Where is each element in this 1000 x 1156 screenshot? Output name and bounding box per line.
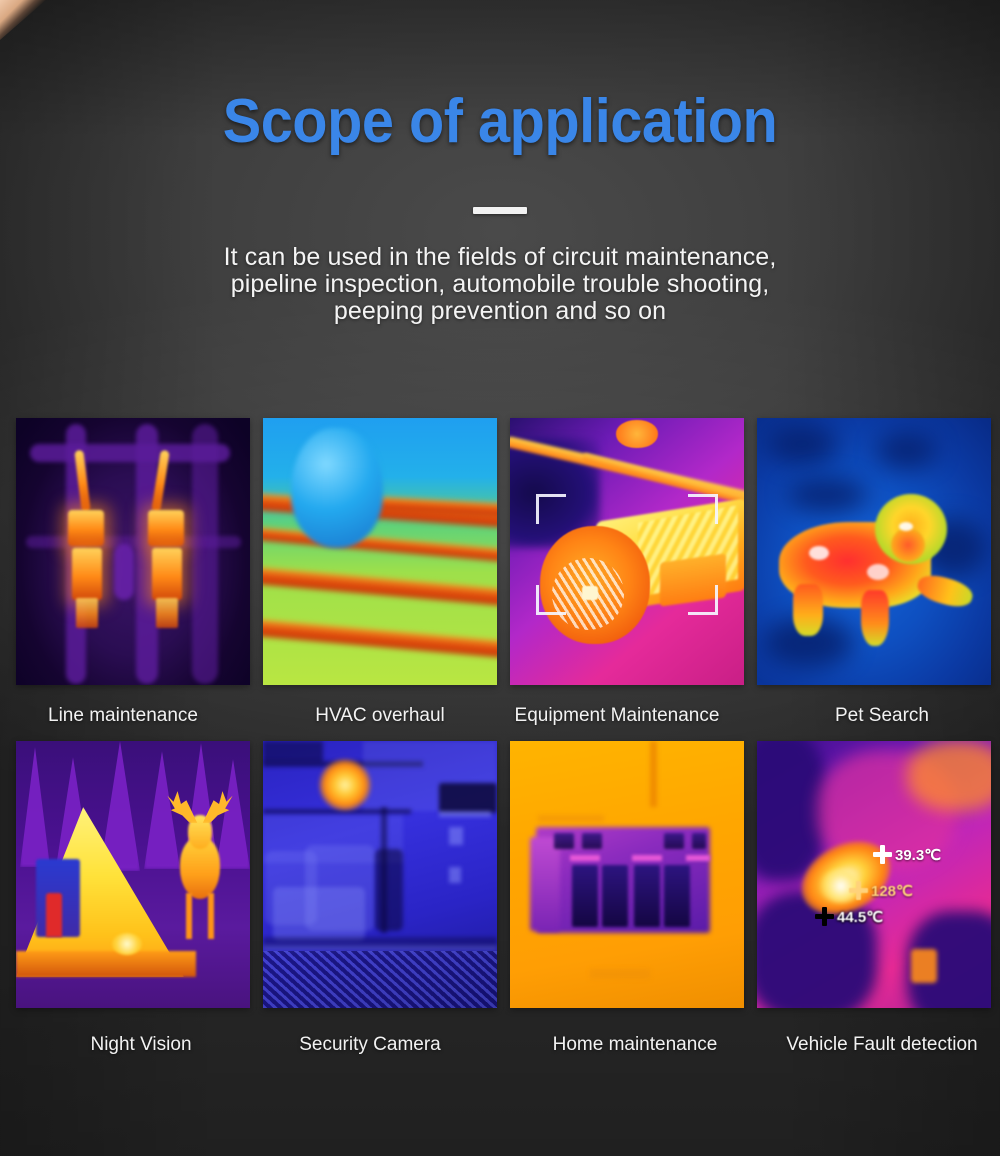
temperature-marker: 44.5℃	[815, 907, 883, 926]
gallery-item[interactable]: HVAC overhaul	[263, 418, 497, 741]
gallery-item[interactable]: Night Vision	[16, 741, 250, 1070]
thermal-image-home-maintenance	[510, 741, 744, 1008]
gallery-item-caption: Pet Search	[835, 705, 929, 726]
subtitle-line-1: It can be used in the fields of circuit …	[223, 243, 777, 271]
gallery-item[interactable]: Home maintenance	[510, 741, 744, 1070]
gallery-item[interactable]: Security Camera	[263, 741, 497, 1070]
temperature-value: 39.3℃	[895, 846, 942, 864]
gallery-item[interactable]: Equipment Maintenance	[510, 418, 744, 741]
page-title: Scope of application	[222, 87, 778, 156]
crosshair-icon	[815, 907, 834, 926]
gallery-item-caption: Equipment Maintenance	[514, 705, 720, 726]
crosshair-icon	[849, 881, 868, 900]
gallery-item-caption: Night Vision	[90, 1034, 192, 1055]
thermal-image-vehicle-fault-detection: 39.3℃ 128℃ 44.5℃	[757, 741, 991, 1008]
page-corner-artifact	[0, 0, 46, 40]
gallery-item-caption: Line maintenance	[48, 705, 198, 726]
thermal-image-night-vision	[16, 741, 250, 1008]
gallery-item-caption: Security Camera	[299, 1034, 441, 1055]
subtitle-line-3: peeping prevention and so on	[333, 297, 667, 325]
crosshair-icon	[873, 845, 892, 864]
gallery-item-caption: HVAC overhaul	[315, 705, 445, 726]
title-divider	[473, 207, 527, 214]
thermal-image-hvac-overhaul	[263, 418, 497, 685]
temperature-value: 44.5℃	[837, 908, 884, 926]
gallery-item[interactable]: Pet Search	[757, 418, 991, 741]
temperature-marker: 128℃	[849, 881, 913, 900]
thermal-image-line-maintenance	[16, 418, 250, 685]
subtitle-line-2: pipeline inspection, automobile trouble …	[230, 270, 770, 298]
thermal-image-pet-search	[757, 418, 991, 685]
application-gallery: Line maintenance HVAC overhaul Equipment…	[16, 418, 991, 1070]
scope-of-application-page: Scope of application It can be used in t…	[0, 0, 1000, 1156]
gallery-item-caption: Home maintenance	[552, 1034, 718, 1055]
gallery-item-caption: Vehicle Fault detection	[786, 1034, 978, 1055]
gallery-item[interactable]: Line maintenance	[16, 418, 250, 741]
temperature-value: 128℃	[871, 882, 913, 900]
image-watermark	[797, 745, 801, 755]
thermal-image-equipment-maintenance	[510, 418, 744, 685]
page-subtitle: It can be used in the fields of circuit …	[0, 244, 1000, 325]
thermal-image-security-camera	[263, 741, 497, 1008]
temperature-marker: 39.3℃	[873, 845, 941, 864]
gallery-item[interactable]: 39.3℃ 128℃ 44.5℃ Vehicle Fault detection	[757, 741, 991, 1070]
